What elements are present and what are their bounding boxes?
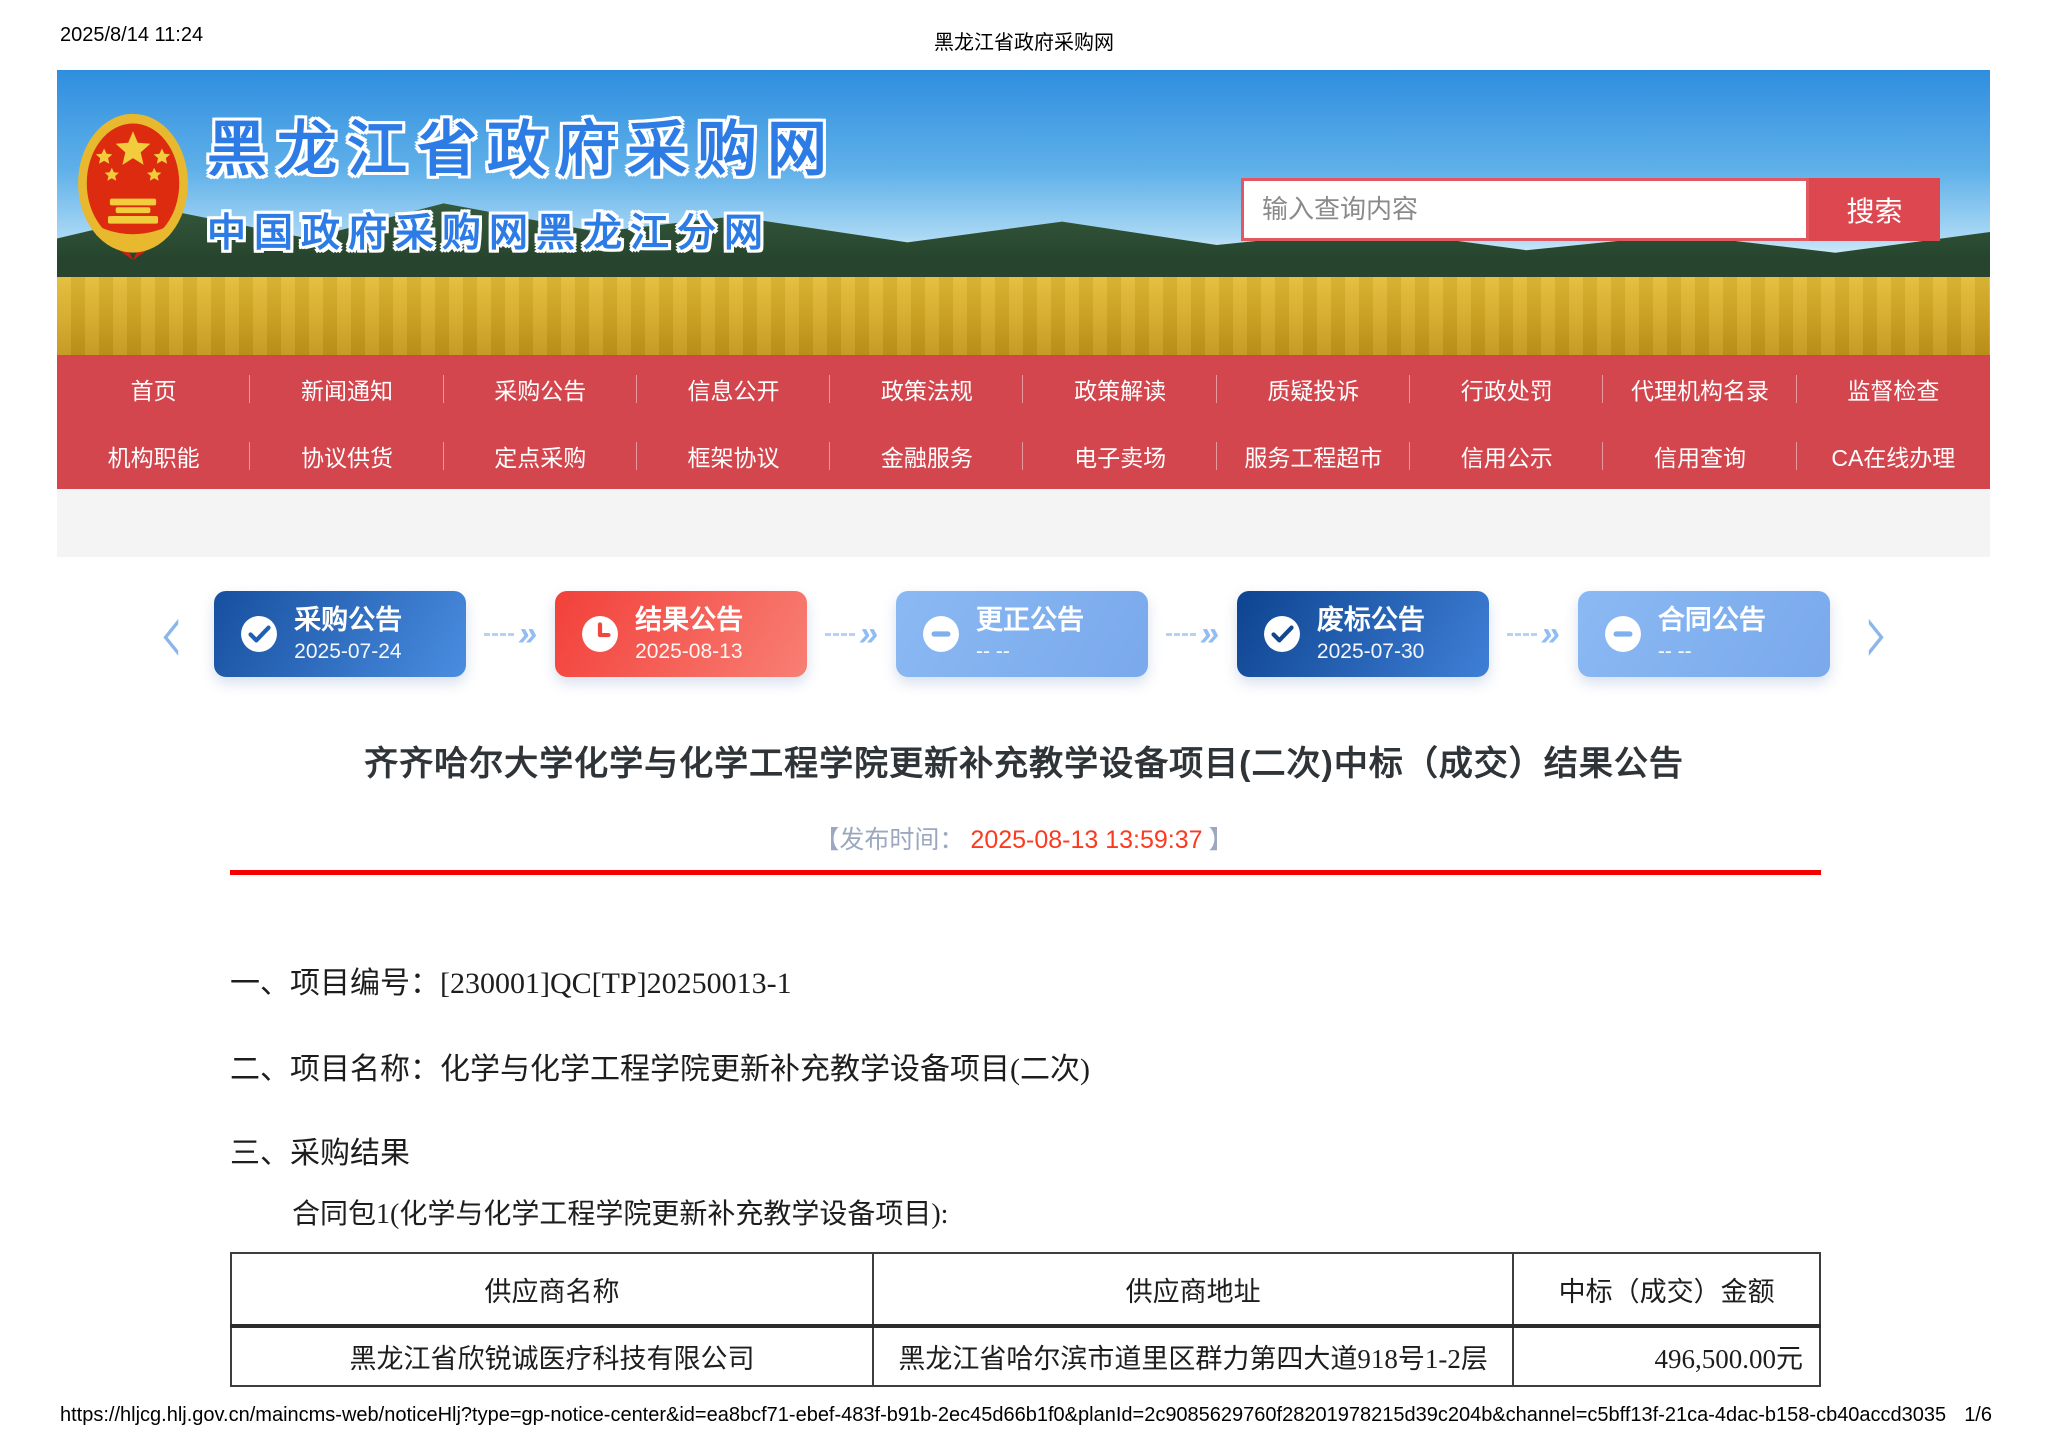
flow-step-date: -- --: [976, 640, 1010, 664]
flow-step-date: 2025-07-24: [294, 640, 402, 664]
nav-item-e-marketplace[interactable]: 电子卖场: [1023, 439, 1216, 473]
nav-item-fixed-point[interactable]: 定点采购: [444, 439, 637, 473]
nav-item-credit-query[interactable]: 信用查询: [1603, 439, 1796, 473]
header-supplier-address: 供应商地址: [871, 1252, 1515, 1327]
nav-item-policies[interactable]: 政策法规: [830, 372, 1023, 406]
contract-package-line: 合同包1(化学与化学工程学院更新补充教学设备项目):: [292, 1199, 949, 1230]
flow-arrow-icon: »: [825, 617, 878, 651]
section-project-number: 一、项目编号：[230001]QC[TP]20250013-1: [230, 967, 792, 1000]
page: 2025/8/14 11:24 黑龙江省政府采购网 黑龙江省政府采购网 中国政府…: [0, 0, 2048, 1447]
site-title: 黑龙江省政府采购网: [207, 116, 837, 183]
nav-item-agreement-supply[interactable]: 协议供货: [250, 439, 443, 473]
flow-step-result-notice[interactable]: 结果公告 2025-08-13: [555, 591, 808, 677]
search-button[interactable]: 搜索: [1809, 178, 1940, 241]
section-project-name: 二、项目名称：化学与化学工程学院更新补充教学设备项目(二次): [230, 1053, 1090, 1086]
nav-item-supervision[interactable]: 监督检查: [1797, 372, 1990, 406]
flow-step-label: 废标公告: [1316, 604, 1425, 635]
nav-item-news[interactable]: 新闻通知: [250, 372, 443, 406]
header-supplier-name: 供应商名称: [230, 1252, 874, 1327]
flow-step-procurement-notice[interactable]: 采购公告 2025-07-24: [214, 591, 467, 677]
flow-step-date: 2025-08-13: [635, 640, 743, 664]
search-box: 搜索: [1241, 178, 1940, 241]
print-footer-page-number: 1/6: [1964, 1404, 1992, 1426]
site-subtitle: 中国政府采购网黑龙江分网: [207, 212, 772, 255]
nav-item-org-functions[interactable]: 机构职能: [57, 439, 250, 473]
flow-step-cancellation-notice[interactable]: 废标公告 2025-07-30: [1236, 591, 1489, 677]
flow-step-date: -- --: [1657, 640, 1692, 664]
banner-field: [57, 277, 1990, 355]
table-header-row: 供应商名称 供应商地址 中标（成交）金额: [230, 1252, 1821, 1327]
main-nav: 首页 新闻通知 采购公告 信息公开 政策法规 政策解读 质疑投诉 行政处罚 代理…: [57, 355, 1990, 489]
article-title: 齐齐哈尔大学化学与化学工程学院更新补充教学设备项目(二次)中标（成交）结果公告: [364, 745, 1684, 783]
flow-step-correction-notice[interactable]: 更正公告 -- --: [896, 591, 1148, 677]
header-award-amount: 中标（成交）金额: [1512, 1252, 1821, 1327]
nav-item-financial-services[interactable]: 金融服务: [830, 439, 1023, 473]
nav-row-1: 首页 新闻通知 采购公告 信息公开 政策法规 政策解读 质疑投诉 行政处罚 代理…: [57, 355, 1990, 422]
nav-item-service-supermarket[interactable]: 服务工程超市: [1217, 439, 1410, 473]
search-input[interactable]: [1241, 178, 1809, 241]
flow-arrow-icon: »: [484, 617, 537, 651]
site-title-block[interactable]: 黑龙江省政府采购网 中国政府采购网黑龙江分网: [207, 102, 837, 258]
result-table: 供应商名称 供应商地址 中标（成交）金额 黑龙江省欣锐诚医疗科技有限公司 黑龙江…: [230, 1252, 1821, 1387]
flow-step-date: 2025-07-30: [1316, 640, 1425, 664]
print-footer-url: https://hljcg.hlj.gov.cn/maincms-web/not…: [60, 1404, 1947, 1426]
nav-item-procurement-notices[interactable]: 采购公告: [444, 372, 637, 406]
flow-arrow-icon: »: [1506, 617, 1560, 651]
nav-row-2: 机构职能 协议供货 定点采购 框架协议 金融服务 电子卖场 服务工程超市 信用公…: [57, 422, 1990, 489]
nav-item-admin-penalty[interactable]: 行政处罚: [1410, 372, 1603, 406]
nav-item-info-disclosure[interactable]: 信息公开: [637, 372, 830, 406]
nav-item-policy-interpretation[interactable]: 政策解读: [1023, 372, 1216, 406]
cell-award-amount: 496,500.00元: [1512, 1325, 1821, 1387]
minus-circle-icon: [1604, 615, 1642, 653]
publish-time-label: 【发布时间：: [814, 826, 965, 854]
check-circle-icon: [1263, 615, 1301, 653]
nav-item-agency-directory[interactable]: 代理机构名录: [1603, 372, 1796, 406]
table-row: 黑龙江省欣锐诚医疗科技有限公司 黑龙江省哈尔滨市道里区群力第四大道918号1-2…: [230, 1325, 1821, 1387]
title-divider-rule: [230, 870, 1821, 875]
publish-time-line: 【发布时间： 2025-08-13 13:59:37】: [0, 820, 2048, 856]
flow-prev-icon[interactable]: ‹: [159, 589, 185, 679]
flow-step-label: 采购公告: [294, 604, 403, 635]
flow-next-icon[interactable]: ›: [1864, 589, 1890, 679]
print-doc-title: 黑龙江省政府采购网: [934, 32, 1114, 54]
nav-item-framework-agreement[interactable]: 框架协议: [637, 439, 830, 473]
flow-step-label: 更正公告: [976, 604, 1084, 635]
nav-item-home[interactable]: 首页: [57, 372, 250, 406]
check-circle-icon: [240, 615, 278, 653]
publish-time-value: 2025-08-13 13:59:37: [970, 826, 1203, 854]
nav-item-ca-online[interactable]: CA在线办理: [1797, 439, 1990, 473]
flow-step-label: 结果公告: [635, 604, 744, 635]
publish-time-close: 】: [1208, 826, 1234, 854]
section-procurement-result: 三、采购结果: [230, 1137, 410, 1170]
flow-step-contract-notice[interactable]: 合同公告 -- --: [1577, 591, 1830, 677]
flow-step-label: 合同公告: [1657, 604, 1766, 635]
cell-supplier-name: 黑龙江省欣锐诚医疗科技有限公司: [230, 1325, 874, 1387]
nav-bottom-strip: [57, 489, 1990, 557]
clock-icon: [581, 615, 619, 653]
site-banner: 黑龙江省政府采购网 中国政府采购网黑龙江分网 搜索: [57, 70, 1990, 355]
national-emblem-logo[interactable]: [75, 110, 191, 268]
nav-item-credit-publicity[interactable]: 信用公示: [1410, 439, 1603, 473]
cell-supplier-address: 黑龙江省哈尔滨市道里区群力第四大道918号1-2层: [871, 1325, 1515, 1387]
nav-item-complaints[interactable]: 质疑投诉: [1217, 372, 1410, 406]
flow-arrow-icon: »: [1166, 617, 1219, 651]
notice-process-flow: ‹ 采购公告 2025-07-24 » 结果公告 2025-08-13 » 更正…: [0, 588, 2048, 680]
minus-circle-icon: [922, 615, 960, 653]
